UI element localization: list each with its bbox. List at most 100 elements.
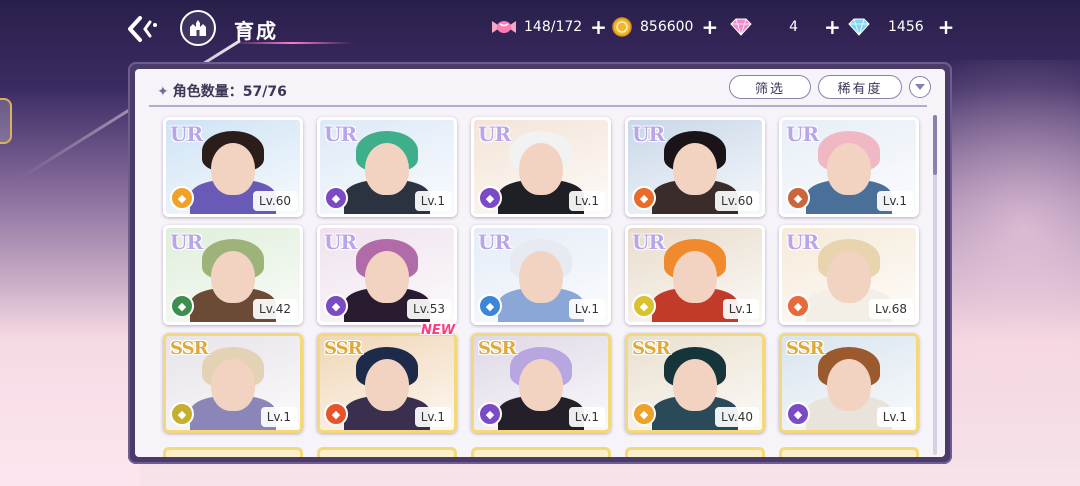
panel-header: ✦ 角色数量：57/76 筛选 稀有度 [135,69,945,109]
top-bar: 育成 148/172 + 856600 + 4 + 1456 + [0,0,1080,56]
card-partial[interactable] [779,447,919,457]
portrait-face [827,358,871,411]
castle-home-icon [190,20,206,36]
filter-button[interactable]: 筛选 [729,75,811,99]
side-tab-handle[interactable] [0,98,12,144]
add-candy-plus-icon[interactable]: + [590,17,607,37]
attribute-icon: ◆ [170,402,194,426]
level-label: Lv.1 [722,299,759,319]
character-card[interactable]: UR ◆ Lv.1 [317,117,457,217]
add-coin-plus-icon[interactable]: + [701,17,718,37]
attribute-icon: ◆ [170,186,194,210]
blue-diamond-value: 1456 [888,19,924,35]
rarity-badge: UR [632,122,665,146]
rarity-badge: UR [170,230,203,254]
portrait-face [211,358,255,411]
sort-order-button[interactable] [909,76,931,98]
rarity-badge: SSR [478,338,517,359]
portrait-face [519,358,563,411]
character-card[interactable]: SSR ◆ Lv.40 [625,333,765,433]
home-button[interactable] [180,10,216,46]
portrait-face [673,250,717,303]
character-card[interactable]: SSR ◆ Lv.1 [471,333,611,433]
attribute-icon: ◆ [170,294,194,318]
level-label: Lv.1 [414,407,451,427]
page-title: 育成 [234,19,278,43]
back-button[interactable] [124,10,164,48]
level-label: Lv.68 [869,299,913,319]
level-label: Lv.53 [407,299,451,319]
rarity-badge: UR [632,230,665,254]
rarity-badge: SSR [170,338,209,359]
attribute-icon: ◆ [478,186,502,210]
rarity-badge: UR [786,230,819,254]
attribute-icon: ◆ [786,294,810,318]
character-card[interactable]: SSR ◆ Lv.1 [317,333,457,433]
portrait-face [211,142,255,195]
rarity-badge: UR [324,230,357,254]
coin-value: 856600 [640,19,694,35]
title-underline [232,42,352,44]
pink-diamond-icon [730,18,752,36]
attribute-icon: ◆ [324,186,348,210]
rarity-badge: SSR [632,338,671,359]
pink-diamond-value: 4 [789,19,798,35]
portrait-face [211,250,255,303]
portrait-face [365,142,409,195]
character-card[interactable]: UR ◆ Lv.1 [625,225,765,325]
castle-decoration [0,286,140,486]
level-label: Lv.1 [568,407,605,427]
glow-decoration [940,60,1080,480]
sparkle-icon: ✦ [157,84,169,100]
character-card[interactable]: UR ◆ Lv.1 [471,225,611,325]
portrait-face [519,250,563,303]
rarity-badge: SSR [324,338,363,359]
card-partial[interactable] [317,447,457,457]
character-card[interactable]: UR ◆ Lv.60 [163,117,303,217]
scrollbar-thumb[interactable] [933,115,937,175]
character-card[interactable]: UR ◆ Lv.1 [779,117,919,217]
portrait-face [673,142,717,195]
character-card[interactable]: UR ◆ Lv.53 [317,225,457,325]
card-partial[interactable] [163,447,303,457]
add-blue-diamond-plus-icon[interactable]: + [938,17,955,37]
card-partial[interactable] [625,447,765,457]
character-card[interactable]: UR ◆ Lv.1 [471,117,611,217]
new-badge: NEW [421,323,456,338]
scrollbar[interactable] [933,115,937,455]
level-label: Lv.60 [715,191,759,211]
rarity-badge: UR [786,122,819,146]
attribute-icon: ◆ [324,402,348,426]
level-label: Lv.40 [715,407,759,427]
character-card[interactable]: SSR ◆ Lv.1 [779,333,919,433]
card-partial[interactable] [471,447,611,457]
level-label: Lv.1 [876,407,913,427]
attribute-icon: ◆ [324,294,348,318]
attribute-icon: ◆ [786,186,810,210]
attribute-icon: ◆ [632,402,656,426]
character-card[interactable]: UR ◆ Lv.60 [625,117,765,217]
attribute-icon: ◆ [478,294,502,318]
candy-icon [492,21,516,33]
coin-icon [612,17,632,37]
resource-pink-diamond[interactable]: 4 + [730,14,841,40]
attribute-icon: ◆ [786,402,810,426]
rarity-badge: SSR [786,338,825,359]
character-card[interactable]: UR ◆ Lv.68 [779,225,919,325]
header-divider [149,105,927,107]
level-label: Lv.1 [568,191,605,211]
resource-coin[interactable]: 856600 + [612,14,718,40]
level-label: Lv.1 [876,191,913,211]
character-card[interactable]: UR ◆ Lv.42 [163,225,303,325]
rarity-badge: UR [324,122,357,146]
add-pink-diamond-plus-icon[interactable]: + [824,17,841,37]
resource-candy[interactable]: 148/172 + [490,14,607,40]
attribute-icon: ◆ [478,402,502,426]
level-label: Lv.42 [253,299,297,319]
level-label: Lv.1 [260,407,297,427]
rarity-sort-button[interactable]: 稀有度 [818,75,902,99]
character-card[interactable]: SSR ◆ Lv.1 [163,333,303,433]
resource-blue-diamond[interactable]: 1456 + [848,14,954,40]
portrait-face [365,358,409,411]
attribute-icon: ◆ [632,186,656,210]
